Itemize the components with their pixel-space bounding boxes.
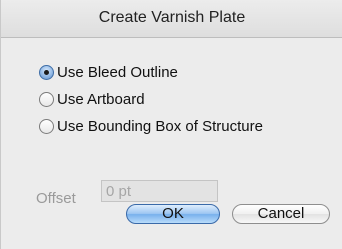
radio-button-selected[interactable] (39, 64, 54, 80)
dialog-title: Create Varnish Plate (98, 9, 246, 26)
ok-button[interactable]: OK (126, 204, 220, 224)
offset-input: 0 pt (101, 180, 218, 202)
offset-label: Offset (36, 190, 76, 207)
option-use-bounding-box-of-structure[interactable]: Use Bounding Box of Structure (39, 116, 263, 136)
option-use-artboard[interactable]: Use Artboard (39, 89, 145, 109)
create-varnish-plate-dialog: Create Varnish Plate Use Bleed Outline U… (0, 0, 342, 249)
radio-button[interactable] (39, 118, 54, 134)
option-label: Use Bleed Outline (57, 63, 178, 81)
radio-button[interactable] (39, 91, 54, 107)
option-use-bleed-outline[interactable]: Use Bleed Outline (39, 62, 178, 82)
option-label: Use Bounding Box of Structure (57, 117, 263, 135)
option-label: Use Artboard (57, 90, 145, 108)
cancel-button[interactable]: Cancel (232, 204, 330, 224)
dialog-titlebar[interactable]: Create Varnish Plate (1, 0, 342, 38)
radio-dot-icon (44, 69, 49, 75)
